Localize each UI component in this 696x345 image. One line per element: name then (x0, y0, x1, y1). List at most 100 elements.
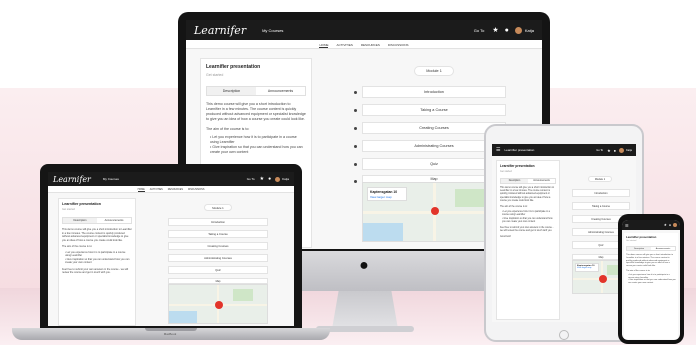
imac-stand-foot (316, 326, 414, 332)
bell-icon[interactable]: ★ (664, 223, 667, 227)
aim-list: Let you experience how it is to particip… (62, 251, 132, 265)
description-tabs: Description Announcements (62, 217, 132, 224)
course-title: Learnifier presentation (500, 164, 535, 168)
topbar-right: Go To ★ ● Katja (596, 147, 632, 153)
course-info-card: Learnifier presentation Get started Desc… (58, 198, 136, 326)
course-subtitle: Get started (206, 73, 224, 77)
course-intro: This demo course will give you a short i… (206, 102, 306, 121)
avatar[interactable] (619, 147, 625, 153)
goto-menu[interactable]: Go To (474, 28, 485, 33)
tab-announcements[interactable]: Announcements (651, 247, 675, 250)
lesson-creating-courses[interactable]: Creating Courses (168, 242, 268, 250)
laptop-brand: MacBook (163, 332, 177, 336)
lesson-marker (354, 109, 357, 112)
tab-announcements[interactable]: Announcements (256, 87, 305, 95)
list-item: Let you experience how it is to particip… (210, 135, 306, 145)
course-title-header: Learnifier presentation (504, 148, 535, 152)
view-larger-map-link[interactable]: View larger map (370, 195, 404, 199)
view-larger-map-link[interactable]: View larger map (577, 267, 597, 269)
bell-icon[interactable]: ★ (492, 26, 498, 34)
top-navigation-bar: ☰ ★ ● (622, 220, 680, 230)
top-navigation-bar: Learnifer My Courses Go To ★ ● Katja (48, 172, 294, 186)
imac-stand (332, 291, 398, 329)
tab-home[interactable]: HOME (319, 43, 329, 48)
list-item: Give inspiration so that you can underst… (502, 218, 556, 224)
tab-resources[interactable]: RESOURCES (168, 188, 183, 192)
tab-discussions[interactable]: DISCUSSIONS (388, 43, 409, 48)
course-subtitle: Get started (626, 240, 637, 242)
chat-icon[interactable]: ● (268, 176, 271, 182)
chat-icon[interactable]: ● (614, 148, 616, 153)
aim-list: Let you experience how it is to particip… (206, 135, 306, 155)
lesson-introduction[interactable]: Introduction (572, 189, 630, 197)
learnifier-logo[interactable]: Learnifer (53, 175, 91, 184)
learnifier-logo[interactable]: Learnifer (194, 24, 246, 37)
tab-announcements[interactable]: Announcements (528, 179, 555, 183)
tab-description[interactable]: Description (501, 179, 528, 183)
course-intro: This demo course will give you a short i… (500, 187, 555, 202)
lesson-taking-a-course[interactable]: Taking a Course (572, 202, 630, 210)
course-tabs: HOME ACTIVITIES RESOURCES DISCUSSIONS (48, 186, 294, 193)
course-info-card: Learnifier presentation Get started Desc… (496, 160, 560, 320)
map-place-card: Kaptensgatan 10 View larger map (367, 187, 407, 201)
chat-icon[interactable]: ● (669, 223, 671, 227)
list-item: Give inspiration so that you can underst… (65, 258, 132, 265)
laptop-screen: Learnifer My Courses Go To ★ ● Katja HOM… (48, 172, 294, 326)
map-park (455, 189, 485, 207)
lesson-quiz[interactable]: Quiz (168, 266, 268, 274)
my-courses-link[interactable]: My Courses (103, 177, 119, 181)
chat-icon[interactable]: ● (505, 27, 509, 34)
menu-icon[interactable]: ☰ (625, 223, 629, 228)
list-item: Give inspiration so that you can underst… (210, 145, 306, 155)
goto-menu[interactable]: Go To (247, 177, 255, 181)
description-tabs: Description Announcements (500, 178, 556, 184)
lesson-marker (354, 145, 357, 148)
user-menu[interactable]: Katja (525, 28, 534, 33)
aim-heading: The aim of the course is to: (62, 245, 93, 248)
goto-menu[interactable]: Go To (596, 149, 603, 152)
map-embed[interactable] (168, 284, 268, 324)
tablet-screen: ☰ Learnifier presentation Go To ★ ● Katj… (492, 144, 636, 322)
lesson-taking-a-course[interactable]: Taking a Course (362, 104, 506, 116)
lesson-introduction[interactable]: Introduction (362, 86, 506, 98)
tab-description[interactable]: Description (63, 218, 97, 223)
aim-list: Let you experience how it is to particip… (500, 211, 556, 224)
topbar-right: Go To ★ ● Katja (247, 176, 289, 182)
tab-home[interactable]: HOME (137, 188, 145, 192)
tab-discussions[interactable]: DISCUSSIONS (188, 188, 204, 192)
module-button[interactable]: Module 1 (204, 204, 232, 211)
lesson-introduction[interactable]: Introduction (168, 218, 268, 226)
module-button[interactable]: Module 1 (414, 66, 454, 76)
bell-icon[interactable]: ★ (260, 176, 264, 182)
course-subtitle: Get started (62, 208, 75, 211)
tab-resources[interactable]: RESOURCES (361, 43, 380, 48)
module-button[interactable]: Module 1 (588, 176, 612, 182)
my-courses-link[interactable]: My Courses (262, 28, 283, 33)
user-menu[interactable]: Katja (282, 177, 289, 181)
lesson-marker (354, 127, 357, 130)
tab-description[interactable]: Description (207, 87, 256, 95)
lesson-taking-a-course[interactable]: Taking a Course (168, 230, 268, 238)
course-intro: This demo course will give you a short i… (62, 228, 132, 242)
tablet-home-button (559, 330, 569, 340)
aim-heading: The aim of the course is to: (500, 206, 528, 209)
aim-heading: The aim of the course is to: (206, 127, 250, 131)
lesson-marker (354, 163, 357, 166)
course-info-card: Learnifier presentation Get started Desc… (624, 233, 678, 339)
menu-icon[interactable]: ☰ (496, 147, 500, 153)
aim-list: Let you experience how it is to particip… (626, 274, 676, 285)
map-park (233, 289, 253, 301)
avatar[interactable] (673, 223, 677, 227)
tab-activities[interactable]: ACTIVITIES (336, 43, 352, 48)
avatar[interactable] (514, 26, 522, 34)
tab-description[interactable]: Description (627, 247, 651, 250)
tab-announcements[interactable]: Announcements (97, 218, 131, 223)
description-tabs: Description Announcements (626, 246, 676, 251)
avatar[interactable] (275, 176, 281, 182)
map-water (363, 223, 403, 241)
lesson-administrating-courses[interactable]: Administrating Courses (168, 254, 268, 262)
user-menu[interactable]: Katja (626, 149, 632, 152)
tab-activities[interactable]: ACTIVITIES (150, 188, 163, 192)
apple-logo-icon: ● (359, 257, 369, 274)
bell-icon[interactable]: ★ (607, 148, 611, 153)
